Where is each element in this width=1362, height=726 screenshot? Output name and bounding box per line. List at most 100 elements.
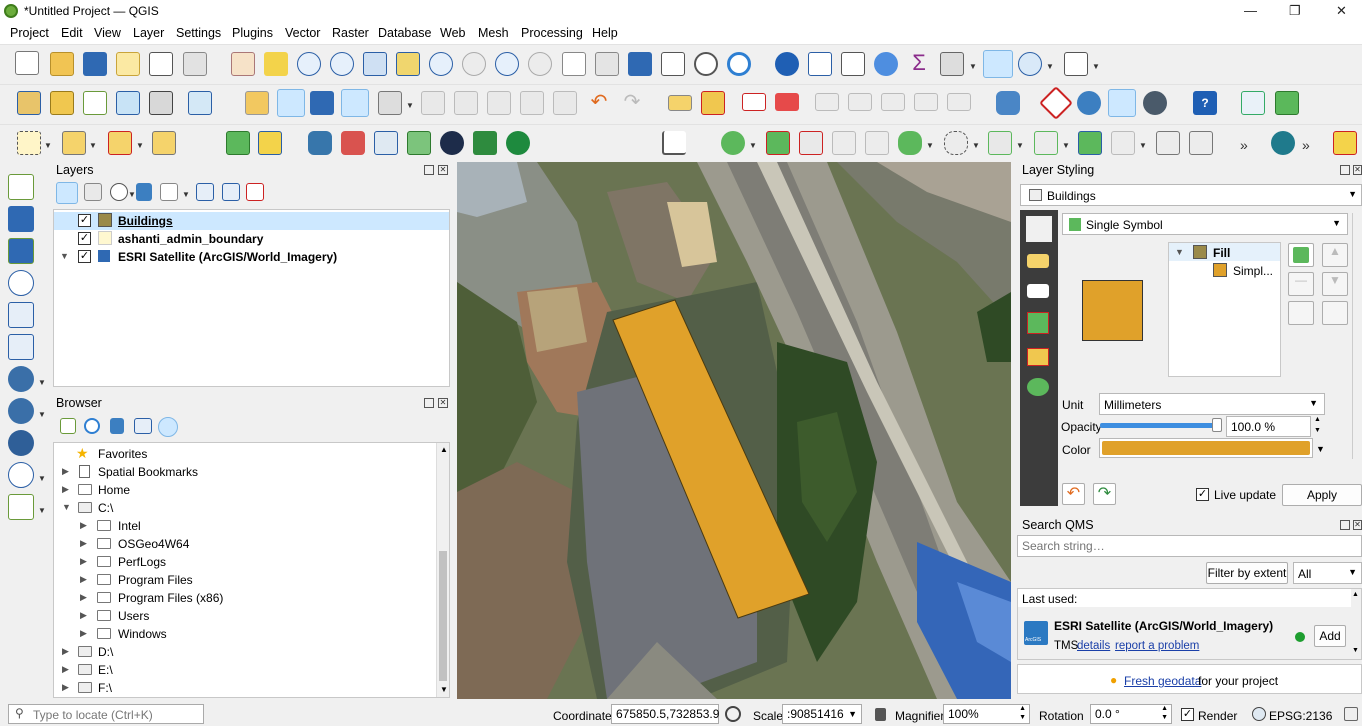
menu-layer[interactable]: Layer xyxy=(133,26,164,40)
symbol-tree-fill-row[interactable]: ▼ Fill xyxy=(1169,243,1280,261)
pan-to-selection-icon[interactable] xyxy=(264,52,288,76)
render-checkbox[interactable]: ✓ xyxy=(1181,708,1194,721)
search-lens-icon[interactable] xyxy=(1271,131,1295,155)
browser-item-f-drive[interactable]: ▶ F:\ xyxy=(54,679,434,697)
expand-arrow-icon[interactable]: ▶ xyxy=(80,556,87,567)
cut-features-icon[interactable] xyxy=(487,91,511,115)
add-symbol-layer-button[interactable] xyxy=(1288,243,1314,267)
georeferencer-icon[interactable] xyxy=(374,131,398,155)
label-abc-icon[interactable] xyxy=(668,95,692,111)
expand-arrow-icon[interactable]: ▼ xyxy=(1175,247,1184,257)
move-label-icon[interactable] xyxy=(881,93,905,111)
geometry-checker-icon[interactable] xyxy=(1039,86,1073,120)
menu-vector[interactable]: Vector xyxy=(285,26,320,40)
tab-labels-abc-icon[interactable] xyxy=(1027,254,1049,268)
filter-expression-icon[interactable] xyxy=(160,183,178,201)
select-features-icon[interactable] xyxy=(17,131,41,155)
new-memory-layer-icon[interactable] xyxy=(149,91,173,115)
chevron-down-icon[interactable]: ▼ xyxy=(1332,218,1341,228)
temporal-controller-icon[interactable] xyxy=(694,52,718,76)
unit-select[interactable]: Millimeters ▼ xyxy=(1099,393,1325,415)
magnifier-field[interactable]: 100% ▲ ▼ xyxy=(943,704,1030,724)
browser-item-users[interactable]: ▶ Users xyxy=(54,607,434,625)
styling-float-icon[interactable] xyxy=(1340,165,1350,175)
quickmapservices-icon[interactable] xyxy=(1108,89,1136,117)
menu-web[interactable]: Web xyxy=(440,26,465,40)
digitize-vertex-icon[interactable] xyxy=(1333,131,1357,155)
styling-layer-select[interactable]: Buildings ▼ xyxy=(1020,184,1362,206)
chevron-down-icon[interactable]: ▼ xyxy=(1046,62,1054,71)
building-feature[interactable] xyxy=(457,162,1011,699)
more-tools-chevron-icon[interactable]: » xyxy=(1240,137,1248,153)
live-update-checkbox[interactable]: ✓ xyxy=(1196,488,1209,501)
chevron-down-icon[interactable]: ▼ xyxy=(1092,62,1100,71)
map-tips-icon[interactable] xyxy=(983,50,1013,78)
browser-scrollbar[interactable]: ▲ ▼ xyxy=(436,443,449,697)
renderer-select[interactable]: Single Symbol ▼ xyxy=(1062,213,1348,235)
menu-help[interactable]: Help xyxy=(592,26,618,40)
menu-processing[interactable]: Processing xyxy=(521,26,583,40)
scale-field[interactable]: :90851416 ▼ xyxy=(782,704,862,724)
coordinate-field[interactable]: 675850.5,732853.9 xyxy=(611,704,719,724)
save-edits-icon[interactable] xyxy=(310,91,334,115)
simplify-feature-icon[interactable] xyxy=(865,131,889,155)
chevron-down-icon[interactable]: ▼ xyxy=(1309,398,1318,408)
chevron-down-icon[interactable]: ▼ xyxy=(926,141,934,150)
browser-item-osgeo4w64[interactable]: ▶ OSGeo4W64 xyxy=(54,535,434,553)
add-vector-layer-icon[interactable] xyxy=(8,174,34,200)
qms-add-button[interactable]: Add xyxy=(1314,625,1346,647)
fresh-geodata-link[interactable]: Fresh geodata xyxy=(1124,674,1201,688)
opacity-slider-handle[interactable] xyxy=(1212,418,1222,432)
add-wcs-icon[interactable] xyxy=(8,462,34,488)
identify-features-icon[interactable] xyxy=(775,52,799,76)
expand-arrow-icon[interactable]: ▶ xyxy=(62,466,69,477)
redo-style-button[interactable]: ↷ xyxy=(1093,483,1116,505)
paste-features-icon[interactable] xyxy=(553,91,577,115)
osm-plugin-icon[interactable] xyxy=(1143,91,1167,115)
expand-arrow-icon[interactable]: ▶ xyxy=(80,574,87,585)
qms-details-link[interactable]: details xyxy=(1077,640,1110,652)
expand-arrow-icon[interactable]: ▶ xyxy=(62,682,69,693)
add-wfs-icon[interactable] xyxy=(8,430,34,456)
chevron-down-icon[interactable]: ▼ xyxy=(38,410,46,419)
expand-arrow-icon[interactable]: ▶ xyxy=(80,538,87,549)
qms-result-row[interactable]: ArcGIS ESRI Satellite (ArcGIS/World_Imag… xyxy=(1018,607,1352,659)
scroll-up-icon[interactable]: ▲ xyxy=(440,445,448,454)
add-group-icon[interactable] xyxy=(84,183,102,201)
edit-tools-icon[interactable] xyxy=(258,131,282,155)
minimize-button[interactable]: — xyxy=(1244,3,1257,18)
chevron-down-icon[interactable]: ▼ xyxy=(38,474,46,483)
move-up-button[interactable]: ▲ xyxy=(1322,243,1348,267)
rotate-feature-icon[interactable] xyxy=(1111,131,1135,155)
open-project-icon[interactable] xyxy=(50,52,74,76)
tab-history-icon[interactable] xyxy=(1027,378,1049,396)
zoom-full-icon[interactable] xyxy=(363,52,387,76)
zoom-out-icon[interactable] xyxy=(330,52,354,76)
menu-edit[interactable]: Edit xyxy=(61,26,83,40)
plugin-reloader-icon[interactable] xyxy=(1241,91,1265,115)
extents-toggle-icon[interactable] xyxy=(725,706,741,722)
zoom-in-icon[interactable] xyxy=(297,52,321,76)
data-source-manager-icon[interactable] xyxy=(17,91,41,115)
opacity-spinbox[interactable]: 100.0 % xyxy=(1226,416,1311,437)
rotation-field[interactable]: 0.0 ° ▲ ▼ xyxy=(1090,704,1172,724)
statistics-sigma-icon[interactable]: Σ xyxy=(907,52,931,76)
chevron-down-icon[interactable]: ▼ xyxy=(44,141,52,150)
filter-by-extent-button[interactable]: Filter by extent xyxy=(1206,562,1288,584)
properties-info-icon[interactable] xyxy=(158,417,178,437)
menu-view[interactable]: View xyxy=(94,26,121,40)
tab-masks-abc-icon[interactable] xyxy=(1027,284,1049,298)
spin-down-icon[interactable]: ▼ xyxy=(1019,714,1026,721)
add-polygon-feature-icon[interactable] xyxy=(341,89,369,117)
chevron-down-icon[interactable]: ▼ xyxy=(749,141,757,150)
new-bookmark-icon[interactable] xyxy=(628,52,652,76)
rotate-label-icon[interactable] xyxy=(914,93,938,111)
scroll-up-icon[interactable]: ▲ xyxy=(1352,591,1359,598)
maximize-button[interactable]: ❐ xyxy=(1289,3,1301,19)
modify-attributes-icon[interactable] xyxy=(421,91,445,115)
globe-icon[interactable] xyxy=(440,131,464,155)
field-calculator-icon[interactable] xyxy=(841,52,865,76)
add-mesh-layer-icon[interactable] xyxy=(8,238,34,264)
qms-filter-select[interactable]: All ▼ xyxy=(1293,562,1362,584)
spin-down-icon[interactable]: ▼ xyxy=(1314,427,1321,434)
